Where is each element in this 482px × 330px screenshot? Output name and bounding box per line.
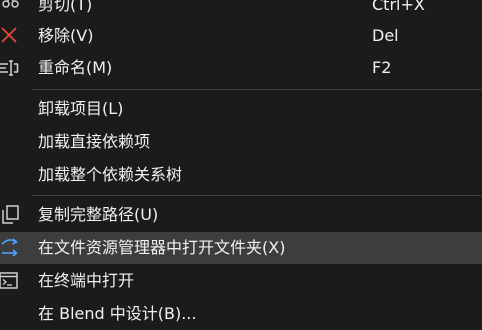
menu-item-shortcut: F2 <box>372 58 392 77</box>
menu-item-shortcut: Ctrl+X <box>372 0 425 14</box>
menu-item-label: 移除(V) <box>38 26 94 45</box>
menu-item-remove[interactable]: 移除(V) Del <box>0 20 482 52</box>
terminal-icon <box>0 272 18 289</box>
menu-item-load-direct-dependencies[interactable]: 加载直接依赖项 <box>0 126 482 158</box>
menu-item-shortcut: Del <box>372 26 399 45</box>
menu-item-label: 复制完整路径(U) <box>38 205 159 224</box>
menu-item-label: 在 Blend 中设计(B)... <box>38 304 197 323</box>
menu-item-copy-full-path[interactable]: 复制完整路径(U) <box>0 199 482 231</box>
menu-item-label: 在终端中打开 <box>38 271 135 290</box>
menu-item-label: 加载直接依赖项 <box>38 132 151 151</box>
menu-item-load-dependency-tree[interactable]: 加载整个依赖关系树 <box>0 159 482 191</box>
menu-item-label: 加载整个依赖关系树 <box>38 165 183 184</box>
menu-item-cut[interactable]: 剪切(T) Ctrl+X <box>0 0 482 21</box>
menu-separator <box>32 195 482 196</box>
menu-item-open-in-file-explorer[interactable]: 在文件资源管理器中打开文件夹(X) <box>0 232 482 264</box>
menu-item-unload-project[interactable]: 卸载项目(L) <box>0 93 482 125</box>
rename-icon <box>0 60 19 76</box>
menu-item-label: 卸载项目(L) <box>38 99 124 118</box>
remove-x-icon <box>1 27 17 43</box>
menu-item-label: 重命名(M) <box>38 58 113 77</box>
scissors-icon <box>2 0 19 8</box>
copy-icon <box>2 205 19 224</box>
menu-separator <box>32 89 482 90</box>
open-folder-arrow-icon <box>1 238 18 257</box>
menu-item-label: 在文件资源管理器中打开文件夹(X) <box>38 238 286 257</box>
menu-item-design-in-blend[interactable]: 在 Blend 中设计(B)... <box>0 298 482 330</box>
menu-item-open-in-terminal[interactable]: 在终端中打开 <box>0 265 482 297</box>
menu-item-label: 剪切(T) <box>38 0 93 14</box>
context-menu: 剪切(T) Ctrl+X 移除(V) Del 重命名(M) F2 卸载项目(L) <box>0 0 482 330</box>
menu-item-rename[interactable]: 重命名(M) F2 <box>0 52 482 84</box>
